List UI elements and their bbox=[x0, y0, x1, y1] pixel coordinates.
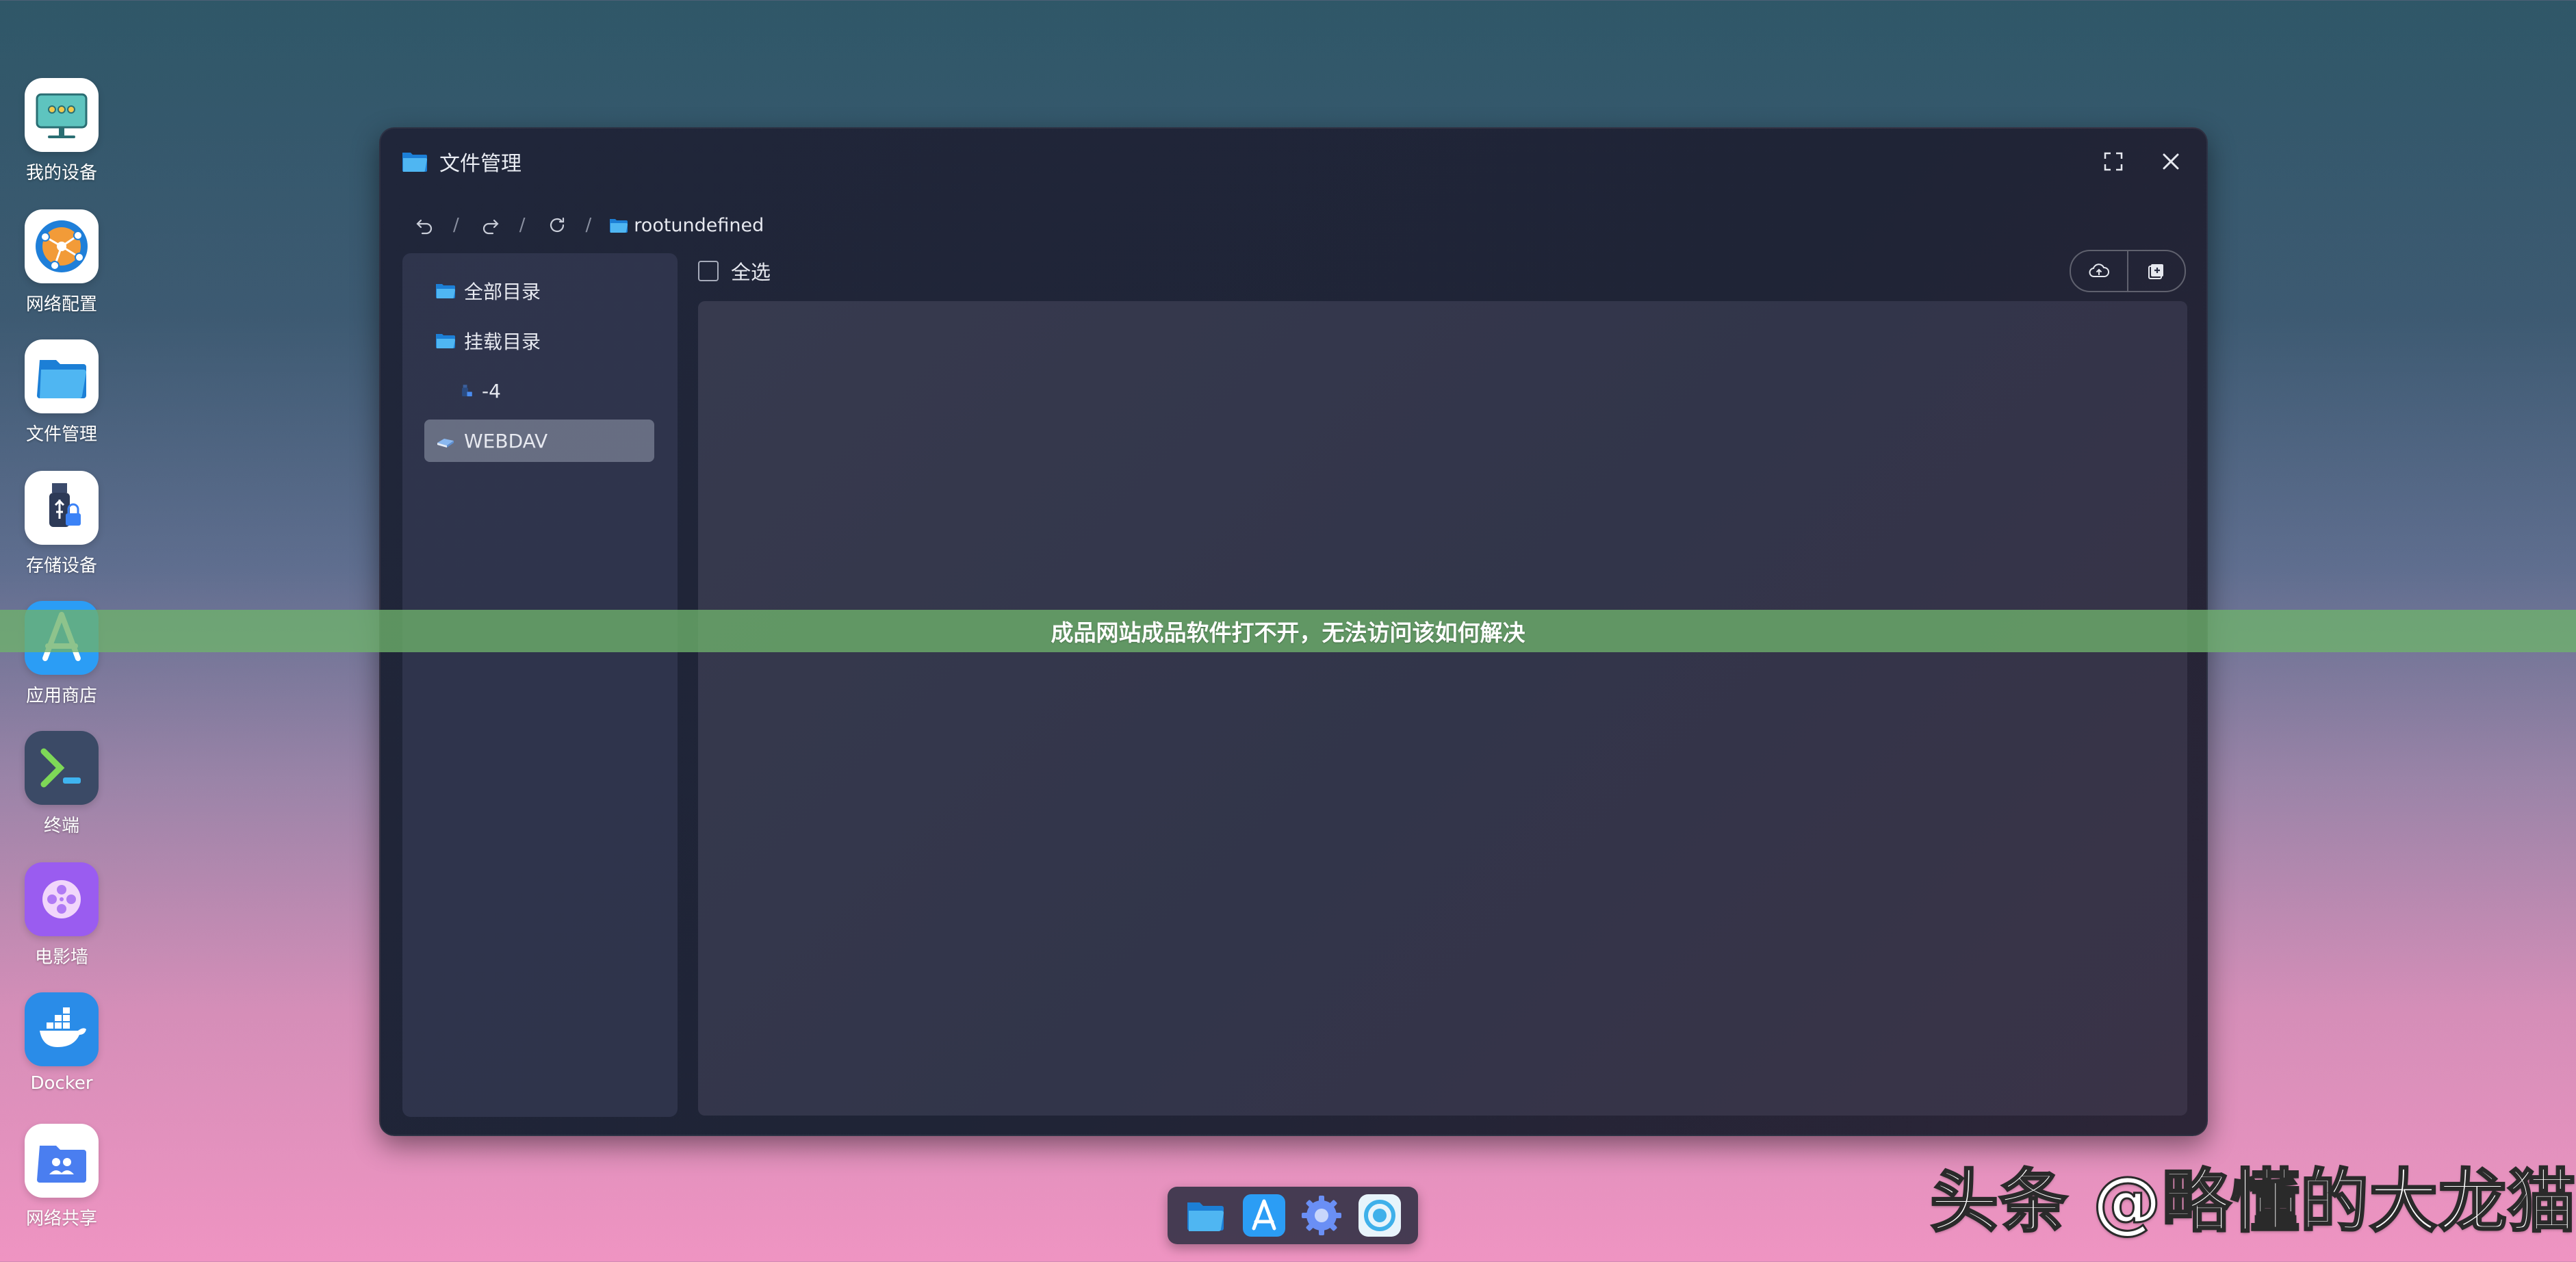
navigation-bar: / / / rootundefined bbox=[411, 208, 764, 242]
dock-item-file-manager[interactable] bbox=[1182, 1192, 1230, 1239]
forward-button[interactable] bbox=[477, 211, 504, 239]
desktop-icon-docker[interactable]: Docker bbox=[14, 992, 110, 1094]
content-toolbar: 全选 bbox=[698, 250, 2186, 292]
sidebar-item-label: 挂载目录 bbox=[464, 331, 541, 353]
desktop-icon-label: 我的设备 bbox=[25, 163, 97, 183]
banner-text: 成品网站成品软件打不开，无法访问该如何解决 bbox=[1051, 619, 1525, 646]
usb-storage-icon bbox=[25, 471, 99, 545]
desktop-icon-network-config[interactable]: 网络配置 bbox=[14, 209, 110, 316]
folder-icon bbox=[402, 153, 427, 172]
sidebar-item-label: WEBDAV bbox=[464, 429, 548, 452]
select-all-label[interactable]: 全选 bbox=[731, 257, 771, 285]
refresh-icon bbox=[550, 217, 564, 233]
desktop-icon-terminal[interactable]: 终端 bbox=[14, 731, 110, 837]
directory-sidebar: 全部目录 挂载目录 -4 WEBDAV bbox=[402, 253, 678, 1117]
desktop-icon-label: 电影墙 bbox=[34, 947, 88, 968]
folder-icon bbox=[1187, 1202, 1224, 1231]
breadcrumb-label: rootundefined bbox=[634, 214, 764, 236]
desktop-icon-label: 网络共享 bbox=[25, 1209, 97, 1229]
desktop-icon-label: 终端 bbox=[43, 816, 79, 836]
nav-separator: / bbox=[519, 215, 526, 235]
cloud-upload-icon bbox=[2089, 263, 2109, 277]
dock-item-circle-app[interactable] bbox=[1356, 1192, 1404, 1239]
folder-icon bbox=[25, 339, 99, 413]
window-title: 文件管理 bbox=[439, 152, 521, 176]
monitor-icon bbox=[25, 78, 99, 152]
desktop-icon-label: 网络配置 bbox=[25, 294, 97, 315]
undo-arrow-icon bbox=[416, 219, 433, 235]
terminal-icon bbox=[25, 731, 99, 805]
desktop-icon-network-share[interactable]: 网络共享 bbox=[14, 1124, 110, 1230]
sidebar-item-mounted-directories[interactable]: 挂载目录 bbox=[424, 320, 654, 362]
headline-banner: 成品网站成品软件打不开，无法访问该如何解决 bbox=[0, 610, 2576, 652]
desktop-icon-movie-wall[interactable]: 电影墙 bbox=[14, 862, 110, 968]
new-folder-button[interactable] bbox=[2127, 251, 2185, 291]
movie-reel-icon bbox=[25, 862, 99, 936]
back-button[interactable] bbox=[411, 211, 438, 239]
breadcrumb[interactable]: rootundefined bbox=[609, 215, 764, 236]
upload-button[interactable] bbox=[2071, 251, 2127, 291]
folder-icon bbox=[436, 284, 455, 298]
sidebar-item-all-directories[interactable]: 全部目录 bbox=[424, 270, 654, 312]
redo-arrow-icon bbox=[482, 219, 499, 235]
docker-whale-icon bbox=[25, 992, 99, 1066]
app-store-icon bbox=[1242, 1194, 1285, 1237]
dock-item-settings[interactable] bbox=[1298, 1192, 1345, 1239]
cloud-drive-icon bbox=[437, 439, 454, 448]
sidebar-item-webdav[interactable]: WEBDAV bbox=[424, 420, 654, 462]
dock-bar bbox=[1168, 1187, 1418, 1244]
sidebar-item-label: -4 bbox=[482, 379, 501, 402]
desktop-icon-label: Docker bbox=[30, 1073, 93, 1094]
nav-separator: / bbox=[453, 215, 459, 235]
fullscreen-icon bbox=[2104, 152, 2123, 171]
circle-app-icon bbox=[1358, 1194, 1401, 1237]
settings-gear-icon bbox=[1302, 1196, 1342, 1235]
window-titlebar: 文件管理 bbox=[401, 144, 2186, 179]
desktop-icon-label: 存储设备 bbox=[25, 556, 97, 576]
add-folder-icon bbox=[2148, 264, 2163, 279]
sidebar-item-drive-4[interactable]: -4 bbox=[424, 370, 654, 412]
select-all-checkbox[interactable] bbox=[698, 261, 719, 281]
network-globe-icon bbox=[25, 209, 99, 283]
desktop-icon-storage[interactable]: 存储设备 bbox=[14, 471, 110, 577]
shared-folder-icon bbox=[25, 1124, 99, 1198]
sidebar-item-label: 全部目录 bbox=[464, 281, 541, 303]
folder-icon bbox=[610, 219, 628, 233]
usb-drive-icon bbox=[462, 385, 472, 397]
dock-item-app-store[interactable] bbox=[1240, 1192, 1288, 1239]
close-button[interactable] bbox=[2156, 146, 2186, 177]
refresh-button[interactable] bbox=[543, 211, 571, 239]
watermark: 头条 @略懂的大龙猫 bbox=[1929, 1161, 2576, 1243]
action-button-group bbox=[2070, 250, 2186, 292]
close-icon bbox=[2163, 153, 2179, 170]
fullscreen-button[interactable] bbox=[2098, 146, 2128, 177]
desktop-icon-label: 应用商店 bbox=[25, 686, 97, 706]
nav-separator: / bbox=[585, 215, 592, 235]
desktop-icon-my-device[interactable]: 我的设备 bbox=[14, 78, 110, 184]
desktop-icon-file-manager[interactable]: 文件管理 bbox=[14, 339, 110, 446]
folder-icon bbox=[436, 334, 455, 348]
file-list-pane[interactable] bbox=[698, 301, 2187, 1116]
desktop-icon-label: 文件管理 bbox=[25, 424, 97, 445]
